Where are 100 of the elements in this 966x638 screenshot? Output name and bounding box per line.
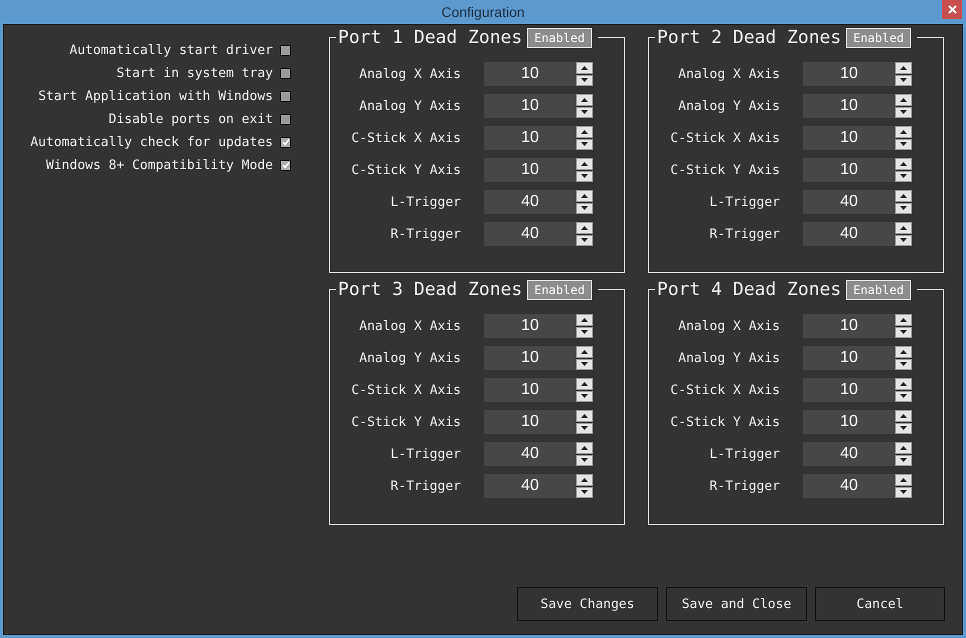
decrement-button[interactable] <box>576 74 593 86</box>
decrement-button[interactable] <box>895 454 912 466</box>
increment-button[interactable] <box>895 126 912 138</box>
decrement-button[interactable] <box>576 234 593 246</box>
decrement-button[interactable] <box>895 422 912 434</box>
decrement-button[interactable] <box>895 138 912 150</box>
number-field[interactable]: 40 <box>484 442 576 466</box>
up-arrow-icon <box>581 130 588 134</box>
dialog-button[interactable]: Save Changes <box>517 587 658 621</box>
increment-button[interactable] <box>576 62 593 74</box>
increment-button[interactable] <box>895 158 912 170</box>
decrement-button[interactable] <box>895 170 912 182</box>
checkbox[interactable] <box>280 44 291 56</box>
increment-button[interactable] <box>576 474 593 486</box>
number-field[interactable]: 10 <box>484 158 576 182</box>
increment-button[interactable] <box>576 190 593 202</box>
field-label: R-Trigger <box>390 478 461 494</box>
up-arrow-icon <box>900 162 907 166</box>
increment-button[interactable] <box>895 474 912 486</box>
down-arrow-icon <box>900 362 907 366</box>
number-field[interactable]: 40 <box>803 190 895 214</box>
increment-button[interactable] <box>576 378 593 390</box>
decrement-button[interactable] <box>895 202 912 214</box>
increment-button[interactable] <box>895 222 912 234</box>
checkbox[interactable] <box>280 114 291 124</box>
up-arrow-icon <box>581 382 588 386</box>
number-field[interactable]: 40 <box>484 190 576 214</box>
decrement-button[interactable] <box>576 486 593 498</box>
number-field[interactable]: 10 <box>803 62 895 86</box>
number-field[interactable]: 10 <box>803 314 895 338</box>
increment-button[interactable] <box>895 346 912 358</box>
increment-button[interactable] <box>895 190 912 202</box>
decrement-button[interactable] <box>576 358 593 370</box>
decrement-button[interactable] <box>895 326 912 338</box>
number-field[interactable]: 40 <box>484 222 576 246</box>
increment-button[interactable] <box>576 314 593 326</box>
decrement-button[interactable] <box>895 358 912 370</box>
decrement-button[interactable] <box>576 326 593 338</box>
panel-title: Port 4 Dead Zones <box>657 279 842 300</box>
field-label: C-Stick X Axis <box>669 130 780 146</box>
increment-button[interactable] <box>576 442 593 454</box>
decrement-button[interactable] <box>895 486 912 498</box>
decrement-button[interactable] <box>576 138 593 150</box>
number-field[interactable]: 10 <box>803 346 895 370</box>
decrement-button[interactable] <box>576 170 593 182</box>
down-arrow-icon <box>581 330 588 334</box>
checkbox[interactable] <box>280 68 291 78</box>
decrement-button[interactable] <box>576 390 593 402</box>
increment-button[interactable] <box>895 314 912 326</box>
field-label: Analog Y Axis <box>358 350 461 366</box>
increment-button[interactable] <box>576 410 593 422</box>
number-field[interactable]: 10 <box>484 126 576 150</box>
down-arrow-icon <box>900 330 907 334</box>
decrement-button[interactable] <box>576 202 593 214</box>
increment-button[interactable] <box>576 94 593 106</box>
decrement-button[interactable] <box>895 106 912 118</box>
dialog-button[interactable]: Cancel <box>815 587 945 621</box>
number-field[interactable]: 10 <box>484 346 576 370</box>
decrement-button[interactable] <box>576 422 593 434</box>
checkbox[interactable] <box>280 160 291 170</box>
increment-button[interactable] <box>895 62 912 74</box>
decrement-button[interactable] <box>895 74 912 86</box>
increment-button[interactable] <box>895 94 912 106</box>
number-field[interactable]: 40 <box>484 474 576 498</box>
increment-button[interactable] <box>895 410 912 422</box>
up-arrow-icon <box>581 194 588 198</box>
field-label: C-Stick Y Axis <box>350 414 461 430</box>
number-field[interactable]: 10 <box>803 94 895 118</box>
number-field[interactable]: 10 <box>803 158 895 182</box>
number-field[interactable]: 10 <box>484 378 576 402</box>
number-field[interactable]: 40 <box>803 222 895 246</box>
number-field[interactable]: 10 <box>484 62 576 86</box>
increment-button[interactable] <box>576 126 593 138</box>
up-arrow-icon <box>900 194 907 198</box>
field-label: Analog Y Axis <box>677 350 780 366</box>
number-field[interactable]: 10 <box>803 126 895 150</box>
down-arrow-icon <box>581 78 588 82</box>
number-field[interactable]: 40 <box>803 442 895 466</box>
up-arrow-icon <box>900 130 907 134</box>
close-button[interactable] <box>942 0 962 19</box>
increment-button[interactable] <box>576 158 593 170</box>
checkbox[interactable] <box>280 90 291 102</box>
decrement-button[interactable] <box>895 234 912 246</box>
increment-button[interactable] <box>895 442 912 454</box>
number-field[interactable]: 40 <box>803 474 895 498</box>
increment-button[interactable] <box>895 378 912 390</box>
decrement-button[interactable] <box>576 454 593 466</box>
number-field[interactable]: 10 <box>484 94 576 118</box>
number-field[interactable]: 10 <box>803 378 895 402</box>
checkbox[interactable] <box>280 136 291 148</box>
down-arrow-icon <box>581 110 588 114</box>
decrement-button[interactable] <box>576 106 593 118</box>
number-field[interactable]: 10 <box>484 410 576 434</box>
decrement-button[interactable] <box>895 390 912 402</box>
number-field[interactable]: 10 <box>803 410 895 434</box>
increment-button[interactable] <box>576 346 593 358</box>
dialog-button[interactable]: Save and Close <box>666 587 807 621</box>
increment-button[interactable] <box>576 222 593 234</box>
number-field[interactable]: 10 <box>484 314 576 338</box>
down-arrow-icon <box>581 458 588 462</box>
